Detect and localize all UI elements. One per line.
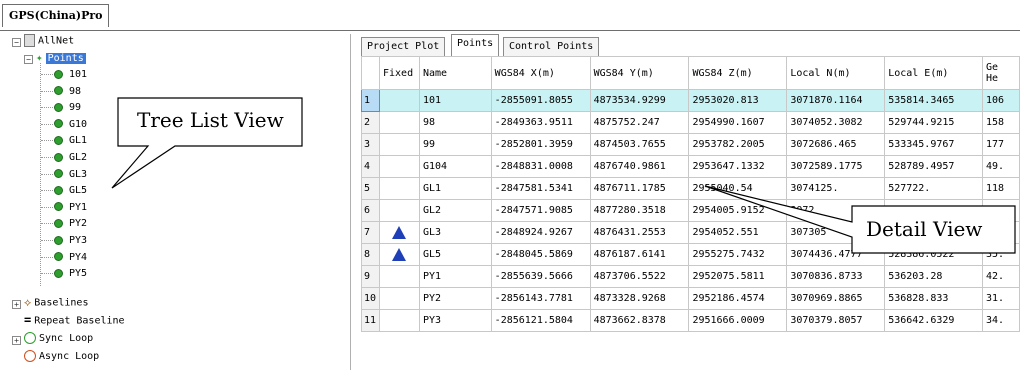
- tree-callout-label: Tree List View: [137, 108, 284, 132]
- detail-callout-label: Detail View: [866, 217, 983, 241]
- callout-overlay: [111, 97, 1016, 254]
